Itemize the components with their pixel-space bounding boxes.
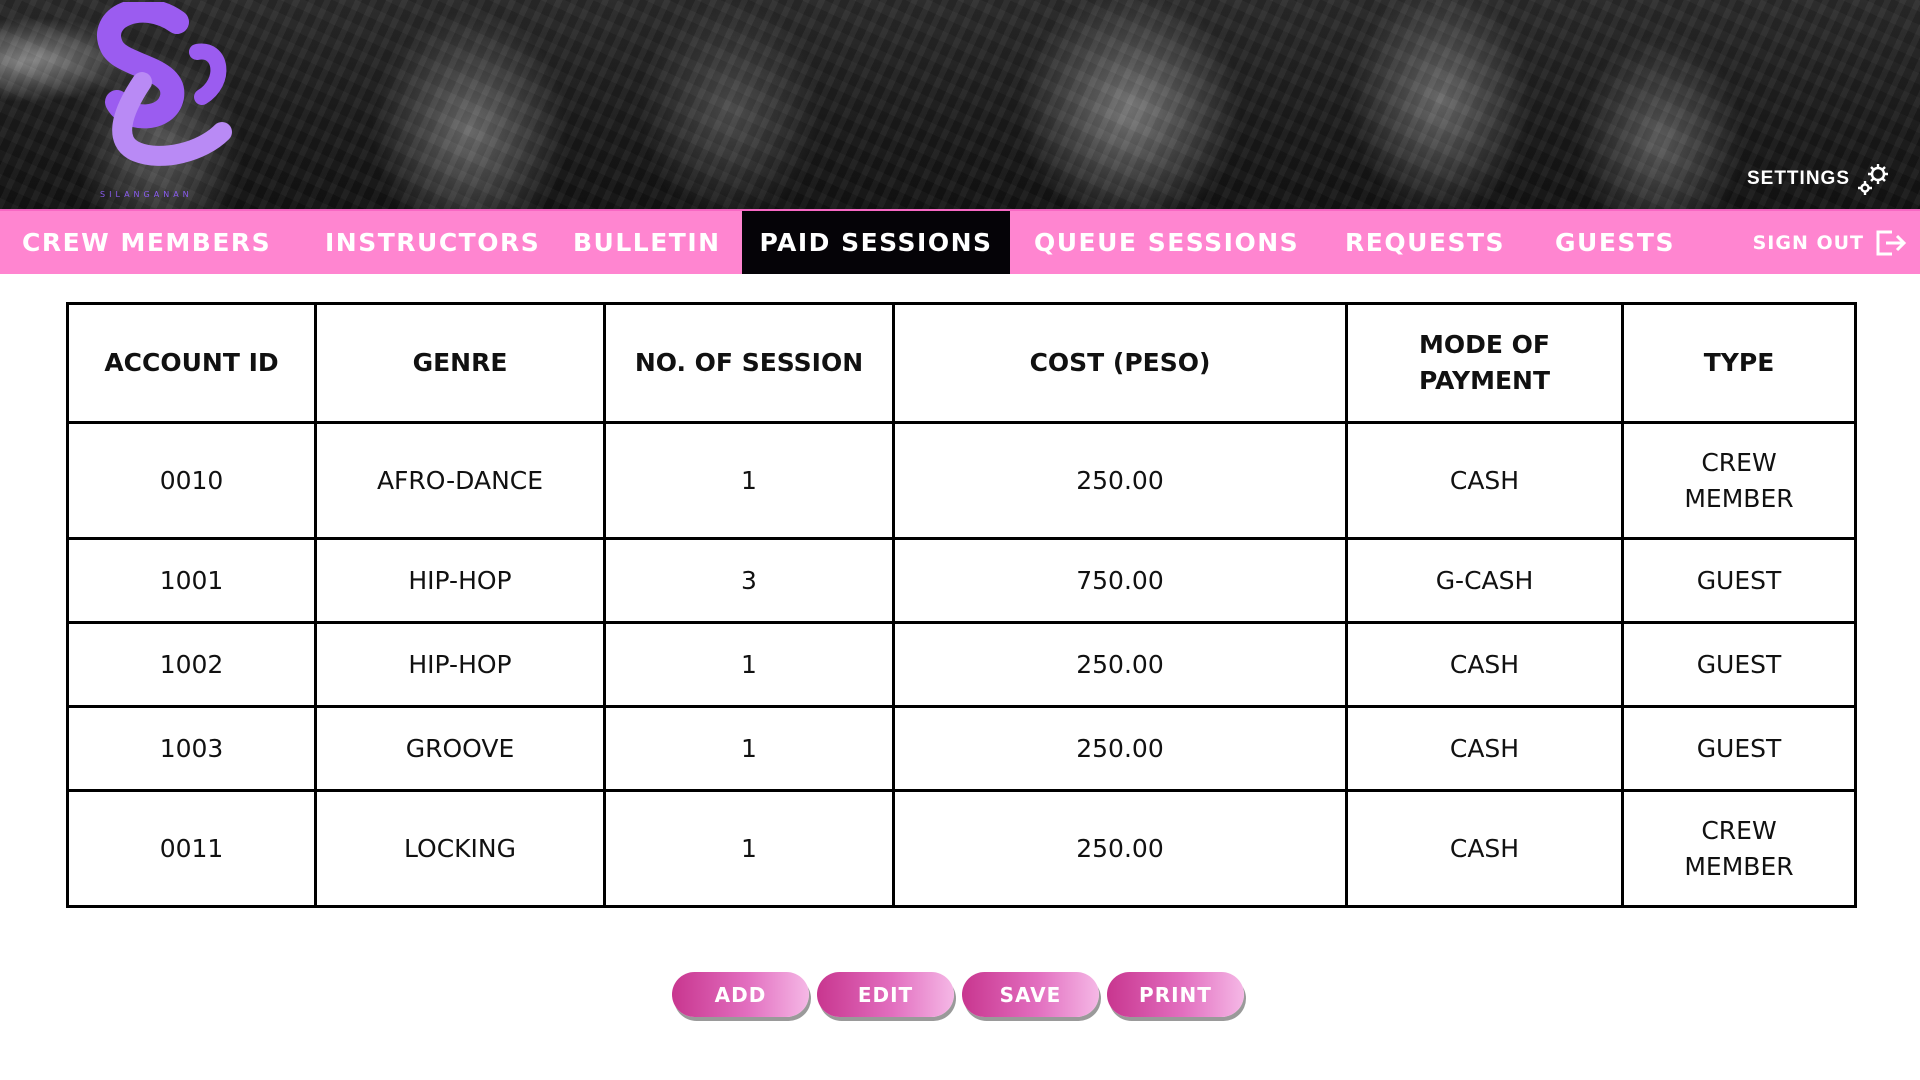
cell-sessions: 3 (603, 537, 895, 624)
paid-sessions-table-container: ACCOUNT ID GENRE NO. OF SESSION COST (PE… (66, 302, 1857, 908)
column-header-account-id: ACCOUNT ID (66, 302, 317, 424)
settings-label: SETTINGS (1746, 168, 1850, 189)
cell-payment-mode: CASH (1345, 421, 1624, 540)
edit-button[interactable]: EDIT (817, 972, 954, 1017)
cell-payment-mode: CASH (1345, 621, 1624, 708)
cell-sessions: 1 (603, 705, 895, 792)
cell-payment-mode: CASH (1345, 789, 1624, 908)
cell-cost: 250.00 (892, 789, 1348, 908)
settings-button[interactable]: SETTINGS (1747, 162, 1890, 196)
column-header-no-of-session: NO. OF SESSION (603, 302, 895, 424)
action-buttons: ADD EDIT SAVE PRINT (672, 972, 1244, 1017)
table-row[interactable]: 1002 HIP-HOP 1 250.00 CASH GUEST (66, 621, 1857, 708)
cell-genre: GROOVE (314, 705, 606, 792)
column-header-genre: GENRE (314, 302, 606, 424)
nav-item-label: REQUESTS (1345, 228, 1506, 257)
cell-type: GUEST (1621, 537, 1857, 624)
logo (97, 2, 232, 166)
sign-out-label: SIGN OUT (1752, 231, 1864, 254)
cell-genre: LOCKING (314, 789, 606, 908)
cell-sessions: 1 (603, 789, 895, 908)
print-button[interactable]: PRINT (1107, 972, 1244, 1017)
column-header-mode-of-payment: MODE OF PAYMENT (1345, 302, 1624, 424)
paid-sessions-table: ACCOUNT ID GENRE NO. OF SESSION COST (PE… (66, 302, 1857, 908)
table-row[interactable]: 0011 LOCKING 1 250.00 CASH CREW MEMBER (66, 789, 1857, 908)
column-header-type: TYPE (1621, 302, 1857, 424)
table-row[interactable]: 1003 GROOVE 1 250.00 CASH GUEST (66, 705, 1857, 792)
nav-item-bulletin[interactable]: BULLETIN (573, 211, 721, 274)
cell-genre: AFRO-DANCE (314, 421, 606, 540)
table-row[interactable]: 0010 AFRO-DANCE 1 250.00 CASH CREW MEMBE… (66, 421, 1857, 540)
cell-genre: HIP-HOP (314, 621, 606, 708)
cell-cost: 250.00 (892, 705, 1348, 792)
nav-item-label: BULLETIN (573, 228, 721, 257)
nav-item-label: QUEUE SESSIONS (1034, 228, 1300, 257)
nav-item-paid-sessions[interactable]: PAID SESSIONS (742, 211, 1010, 274)
cell-type: CREW MEMBER (1621, 789, 1857, 908)
gear-icon (1858, 164, 1888, 195)
header-banner: SILANGANAN SETTINGS (0, 0, 1920, 209)
cell-genre: HIP-HOP (314, 537, 606, 624)
sign-out-button[interactable]: SIGN OUT (1753, 211, 1908, 274)
save-button[interactable]: SAVE (962, 972, 1099, 1017)
main-nav: CREW MEMBERS INSTRUCTORS BULLETIN PAID S… (0, 209, 1920, 274)
table-header-row: ACCOUNT ID GENRE NO. OF SESSION COST (PE… (66, 302, 1857, 424)
cell-account-id: 0010 (66, 421, 317, 540)
nav-item-requests[interactable]: REQUESTS (1345, 211, 1505, 274)
cell-sessions: 1 (603, 621, 895, 708)
cell-account-id: 0011 (66, 789, 317, 908)
cell-account-id: 1002 (66, 621, 317, 708)
table-row[interactable]: 1001 HIP-HOP 3 750.00 G-CASH GUEST (66, 537, 1857, 624)
cell-payment-mode: CASH (1345, 705, 1624, 792)
nav-item-label: GUESTS (1555, 228, 1675, 257)
cell-type: GUEST (1621, 705, 1857, 792)
add-button[interactable]: ADD (672, 972, 809, 1017)
cell-sessions: 1 (603, 421, 895, 540)
cell-payment-mode: G-CASH (1345, 537, 1624, 624)
dancers-photo (0, 0, 1920, 209)
cell-type: GUEST (1621, 621, 1857, 708)
column-header-cost: COST (PESO) (892, 302, 1348, 424)
sign-out-icon (1876, 230, 1907, 255)
nav-item-label: INSTRUCTORS (325, 228, 541, 257)
cell-cost: 250.00 (892, 421, 1348, 540)
logo-caption: SILANGANAN (100, 190, 193, 199)
cell-account-id: 1003 (66, 705, 317, 792)
nav-item-queue-sessions[interactable]: QUEUE SESSIONS (1034, 211, 1299, 274)
nav-item-label: CREW MEMBERS (22, 228, 272, 257)
cell-cost: 750.00 (892, 537, 1348, 624)
nav-item-instructors[interactable]: INSTRUCTORS (325, 211, 540, 274)
nav-item-crew-members[interactable]: CREW MEMBERS (22, 211, 271, 274)
cell-account-id: 1001 (66, 537, 317, 624)
cell-type: CREW MEMBER (1621, 421, 1857, 540)
nav-item-guests[interactable]: GUESTS (1555, 211, 1675, 274)
nav-item-label: PAID SESSIONS (759, 228, 993, 257)
cell-cost: 250.00 (892, 621, 1348, 708)
